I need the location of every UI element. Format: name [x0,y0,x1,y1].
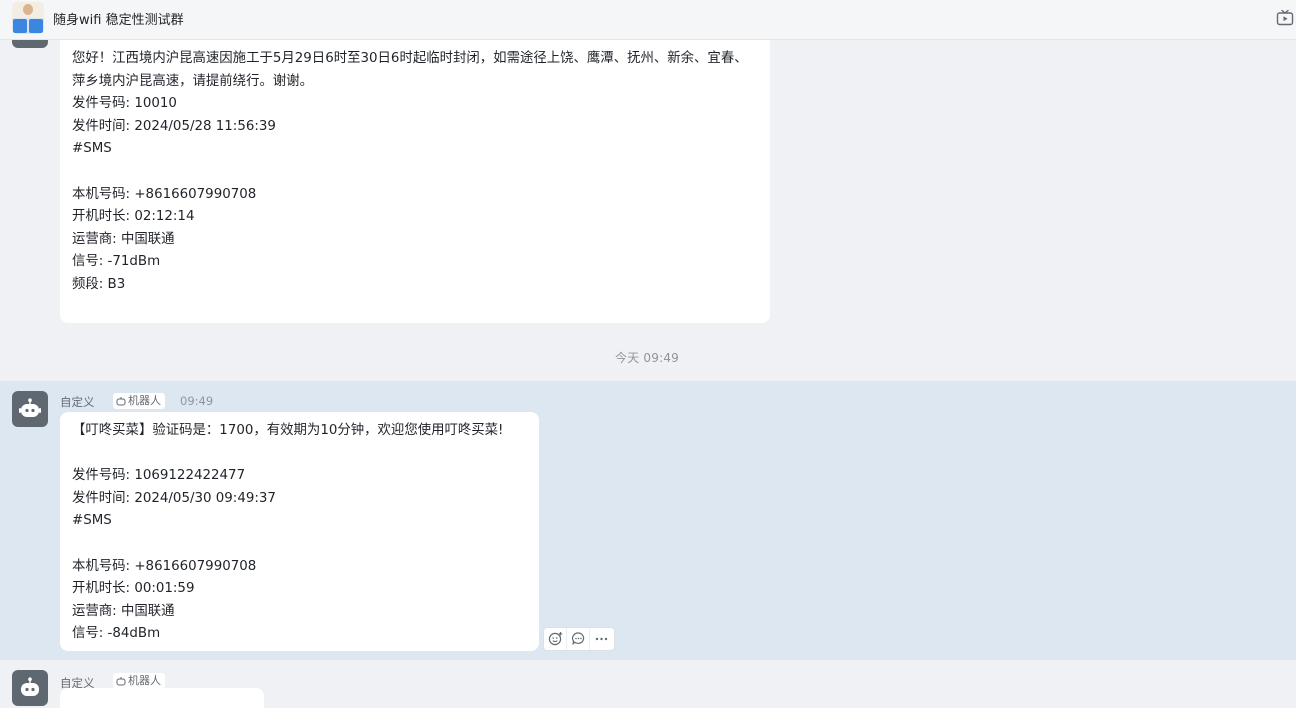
bot-tag: 机器人 [113,393,165,409]
robot-mini-icon [116,397,126,406]
message-line: 发件号码: 10010 [72,96,177,112]
robot-mini-icon [116,677,126,686]
message-line: #SMS [72,141,112,157]
sender-name[interactable]: 自定义 [60,394,95,410]
message-line: 开机时长: 00:01:59 [72,581,195,597]
tv-play-icon[interactable] [1276,9,1294,27]
message-line: 信号: -71dBm [72,254,161,270]
message-timeline[interactable]: 您好！江西境内沪昆高速因施工于5月29日6时至30日6时起临时封闭，如需途径上饶… [0,12,1296,708]
more-icon [595,637,608,641]
message-bubble[interactable] [60,688,264,708]
avatar-photo-icon [12,2,44,18]
message-line: 频段: B3 [72,276,126,292]
message-line: 运营商: 中国联通 [72,603,175,619]
group-avatar[interactable] [12,2,44,34]
message-line: 【叮咚买菜】验证码是：1700，有效期为10分钟，欢迎您使用叮咚买菜! [72,423,504,438]
message-bubble[interactable]: 【叮咚买菜】验证码是：1700，有效期为10分钟，欢迎您使用叮咚买菜! 发件号码… [60,412,539,651]
message-line: 您好！江西境内沪昆高速因施工于5月29日6时至30日6时起临时封闭，如需途径上饶… [72,51,748,89]
message-line: 运营商: 中国联通 [72,231,175,247]
bot-avatar[interactable] [12,391,48,427]
message-bubble[interactable]: 您好！江西境内沪昆高速因施工于5月29日6时至30日6时起临时封闭，如需途径上饶… [60,40,770,323]
message-line: 发件号码: 1069122422477 [72,468,246,484]
avatar-tile-icon [29,19,43,33]
message-line: 本机号码: +8616607990708 [72,186,257,202]
robot-icon [21,677,39,696]
reply-button[interactable] [567,628,590,650]
message-time: 09:49 [180,394,214,408]
add-reaction-icon [548,632,563,646]
robot-icon [19,398,41,417]
message-line: 发件时间: 2024/05/30 09:49:37 [72,490,276,506]
bot-tag: 机器人 [113,673,165,689]
bot-avatar[interactable] [12,670,48,706]
message-line: 本机号码: +8616607990708 [72,558,257,574]
add-reaction-button[interactable] [544,628,567,650]
message-line: 信号: -84dBm [72,626,161,642]
reply-icon [571,632,585,645]
more-button[interactable] [590,628,613,650]
time-divider: 今天 09:49 [615,351,679,365]
message-action-bar [543,627,615,651]
message-line: 开机时长: 02:12:14 [72,209,195,225]
avatar-tile-icon [13,19,27,33]
message-line: 发件时间: 2024/05/28 11:56:39 [72,118,276,134]
chat-header: 随身wifi 稳定性测试群 [0,0,1296,40]
group-title[interactable]: 随身wifi 稳定性测试群 [53,9,184,28]
message-line: #SMS [72,513,112,529]
